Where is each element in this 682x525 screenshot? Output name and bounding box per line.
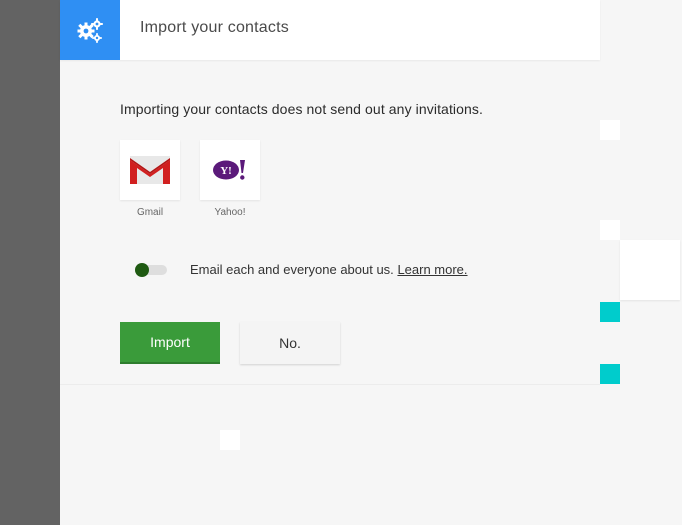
- toggle-knob: [135, 263, 149, 277]
- placeholder-square: [600, 220, 620, 240]
- dialog-header: Import your contacts: [60, 0, 600, 60]
- placeholder-square: [600, 120, 620, 140]
- yahoo-icon: Y!: [213, 160, 245, 180]
- gmail-button[interactable]: [120, 140, 180, 200]
- email-option-label: Email each and everyone about us.: [190, 262, 394, 277]
- divider: [60, 384, 600, 385]
- learn-more-link[interactable]: Learn more.: [397, 262, 467, 277]
- svg-text:Y!: Y!: [220, 165, 232, 177]
- gmail-icon: [130, 156, 170, 184]
- yahoo-button[interactable]: Y!: [200, 140, 260, 200]
- dialog-title: Import your contacts: [140, 19, 289, 36]
- intro-text: Importing your contacts does not send ou…: [120, 101, 484, 117]
- placeholder-square: [220, 430, 240, 450]
- import-button[interactable]: Import: [120, 322, 220, 364]
- email-toggle[interactable]: [135, 263, 167, 277]
- teal-square: [600, 302, 620, 322]
- yahoo-label: Yahoo!: [214, 207, 246, 218]
- side-card: [620, 240, 680, 300]
- teal-square: [600, 364, 620, 384]
- email-option-text: Email each and everyone about us. Learn …: [190, 262, 468, 277]
- gmail-label: Gmail: [136, 207, 164, 218]
- left-rail: [0, 0, 60, 525]
- no-button[interactable]: No.: [240, 322, 340, 364]
- gears-icon: [60, 0, 120, 60]
